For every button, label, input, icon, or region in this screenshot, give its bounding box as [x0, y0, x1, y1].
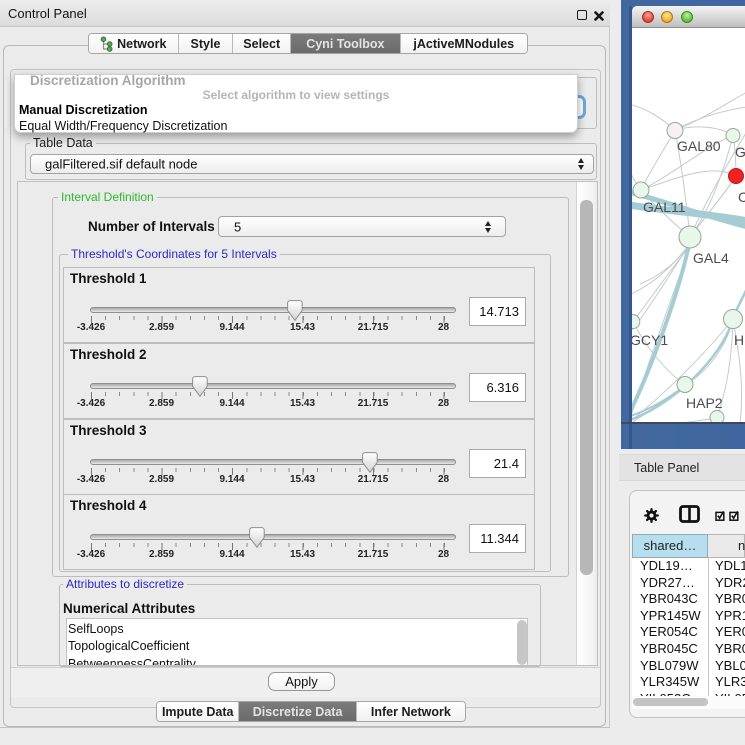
svg-text:GAL80: GAL80 [677, 138, 721, 154]
svg-text:C: C [738, 189, 745, 205]
svg-text:HAP2: HAP2 [686, 395, 723, 411]
svg-text:GCY1: GCY1 [632, 332, 668, 348]
svg-text:GA: GA [735, 144, 745, 160]
svg-text:GAL11: GAL11 [643, 199, 686, 215]
svg-text:H: H [734, 332, 744, 348]
svg-text:GAL4: GAL4 [693, 250, 729, 266]
